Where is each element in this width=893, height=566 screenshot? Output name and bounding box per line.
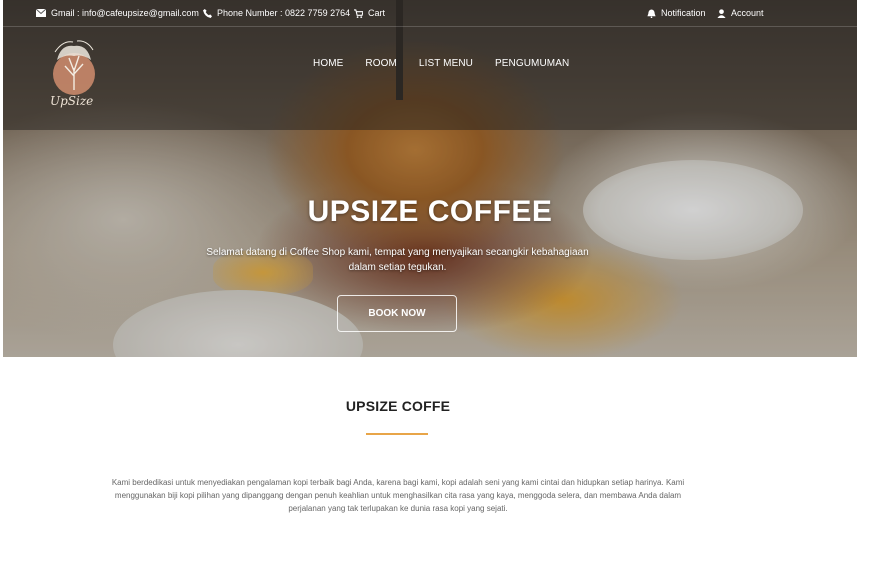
- nav-item-home[interactable]: HOME: [313, 58, 343, 69]
- bell-icon: [647, 8, 656, 18]
- nav-item-pengumuman[interactable]: PENGUMUMAN: [495, 58, 569, 69]
- main-nav: HOME ROOM LIST MENU PENGUMUMAN: [313, 58, 569, 69]
- cart-link[interactable]: Cart: [354, 8, 385, 18]
- about-divider: [366, 433, 428, 435]
- nav-item-room[interactable]: ROOM: [365, 58, 397, 69]
- about-title: UPSIZE COFFE: [345, 398, 451, 414]
- user-icon: [717, 8, 726, 18]
- about-text: Kami berdedikasi untuk menyediakan penga…: [111, 478, 685, 513]
- account-text: Account: [731, 8, 764, 18]
- phone-icon: [203, 8, 212, 18]
- nav-item-list-menu[interactable]: LIST MENU: [419, 58, 473, 69]
- envelope-icon: [36, 9, 46, 17]
- cart-icon: [354, 8, 363, 18]
- logo-text: UpSize: [50, 94, 94, 108]
- book-now-button[interactable]: BOOK NOW: [337, 295, 457, 332]
- phone-contact[interactable]: Phone Number : 0822 7759 2764: [203, 8, 350, 18]
- top-bar: Gmail : info@cafeupsize@gmail.com Phone …: [3, 0, 857, 27]
- email-text: Gmail : info@cafeupsize@gmail.com: [51, 8, 199, 18]
- account-link[interactable]: Account: [717, 8, 764, 18]
- hero-title: UPSIZE COFFEE: [307, 195, 553, 228]
- notification-link[interactable]: Notification: [647, 8, 706, 18]
- email-contact[interactable]: Gmail : info@cafeupsize@gmail.com: [36, 8, 199, 18]
- phone-text: Phone Number : 0822 7759 2764: [217, 8, 351, 18]
- cart-text: Cart: [368, 8, 386, 18]
- site-logo[interactable]: UpSize: [47, 38, 99, 116]
- notification-text: Notification: [661, 8, 706, 18]
- hero-subtitle: Selamat datang di Coffee Shop kami, temp…: [206, 247, 589, 273]
